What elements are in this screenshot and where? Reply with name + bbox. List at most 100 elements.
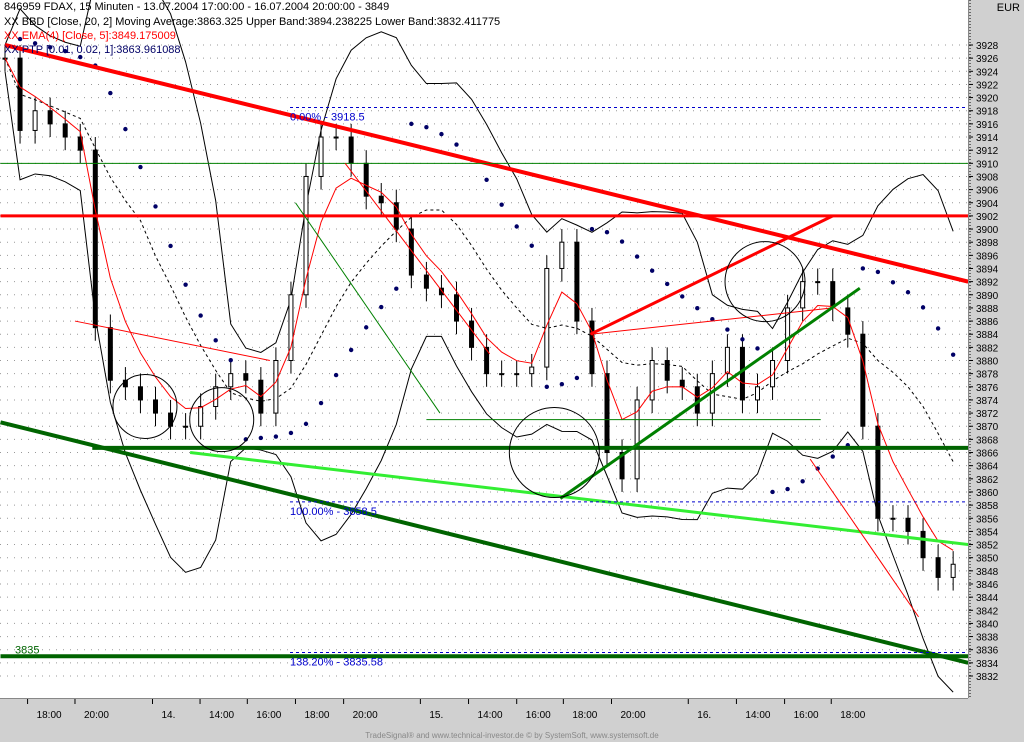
y-tick-label: 3918 — [976, 107, 999, 118]
candle-body — [198, 406, 204, 427]
candle-body — [950, 563, 956, 578]
y-tick-label: 3900 — [976, 225, 999, 236]
candle-body — [333, 136, 339, 139]
marker-circle — [724, 241, 806, 323]
candle-body — [860, 333, 866, 427]
y-tick-label: 3872 — [976, 409, 999, 420]
candle-body — [830, 281, 836, 309]
y-tick-label: 3878 — [976, 370, 999, 381]
psar-dot — [680, 294, 685, 299]
psar-dot — [905, 290, 911, 295]
psar-dot — [379, 304, 384, 310]
y-tick-label: 3866 — [976, 449, 999, 460]
candle-body — [604, 373, 610, 454]
y-tick-label: 3902 — [976, 212, 999, 223]
psar-dot — [183, 282, 188, 287]
chart-title: 846959 FDAX, 15 Minuten - 13.07.2004 17:… — [4, 1, 390, 13]
ema-line — [4, 57, 954, 551]
x-tick-label: 18:00 — [572, 710, 597, 721]
x-tick-label: 16:00 — [794, 710, 819, 721]
psar-dot — [740, 337, 745, 342]
chart-plot-area[interactable]: 0.00% - 3918.5 100.00% - 3858.5 138.20% - … — [0, 0, 969, 698]
psar-dot — [424, 124, 429, 130]
candle-body — [649, 360, 655, 401]
psar-dot — [830, 454, 835, 459]
candle-body — [228, 373, 234, 388]
y-tick-label: 3888 — [976, 304, 999, 315]
psar-dot — [303, 421, 309, 427]
x-tick-label: 14:00 — [478, 710, 503, 721]
candle-body — [153, 399, 158, 414]
y-tick-label: 3850 — [976, 554, 999, 565]
psar-dot — [695, 305, 700, 311]
y-tick-label: 3864 — [976, 462, 999, 473]
candle-body — [755, 386, 760, 401]
y-tick-label: 3854 — [976, 527, 999, 538]
ema-legend: XX EMA(4) [Close, 5]:3849.175009 — [4, 30, 176, 42]
psar-dot — [228, 357, 233, 363]
psar-dot — [574, 375, 580, 381]
y-tick-label: 3920 — [976, 94, 999, 105]
candle-body — [213, 386, 219, 408]
green-thin-2-line — [295, 202, 441, 414]
psar-dot — [619, 239, 625, 244]
candle-body — [679, 379, 685, 388]
candle-body — [273, 360, 279, 414]
psar-dot — [589, 226, 595, 232]
psar-dot — [213, 338, 218, 343]
psar-dot — [770, 489, 775, 495]
y-tick-label: 3862 — [976, 475, 999, 486]
y-tick-label: 3848 — [976, 567, 999, 578]
y-tick-label: 3922 — [976, 80, 999, 91]
psar-dot — [725, 327, 730, 332]
candle-body — [724, 346, 730, 375]
footer-copyright: TradeSignal® and www.technical-investor.… — [365, 731, 659, 740]
candle-body — [514, 373, 520, 376]
y-tick-label: 3924 — [976, 67, 999, 78]
psar-dot — [755, 346, 760, 351]
y-tick-label: 3894 — [976, 264, 999, 275]
psar-dot — [409, 121, 414, 127]
psar-dot — [890, 280, 896, 285]
x-tick-label: 16:00 — [526, 710, 551, 721]
y-tick-label: 3908 — [976, 172, 999, 183]
candle-body — [183, 425, 189, 428]
y-tick-label: 3928 — [976, 41, 999, 52]
x-tick-label: 16:00 — [256, 710, 281, 721]
candle-body — [62, 123, 68, 138]
candle-body — [529, 366, 535, 375]
ptp-legend: XX PTP [0.01, 0.02, 1]:3863.961088 — [4, 44, 181, 56]
y-tick-label: 3874 — [976, 396, 999, 407]
fib-level-label: 100.00% - 3858.5 — [290, 506, 377, 518]
psar-dot — [258, 435, 264, 441]
fib-level-label: 0.00% - 3918.5 — [290, 111, 365, 123]
y-tick-label: 3892 — [976, 278, 999, 289]
psar-dot — [318, 400, 324, 406]
candle-body — [107, 327, 113, 381]
psar-dot — [439, 131, 444, 137]
y-tick-label: 3840 — [976, 619, 999, 630]
psar-dot — [123, 126, 128, 132]
y-tick-label: 3912 — [976, 146, 999, 157]
psar-dot — [649, 268, 655, 273]
y-tick-label: 3858 — [976, 501, 999, 512]
y-tick-label: 3870 — [976, 422, 999, 433]
psar-dot — [273, 434, 279, 439]
red-rising-channel-line — [589, 214, 834, 336]
psar-dot — [559, 381, 565, 387]
x-tick-label: 18:00 — [304, 710, 329, 721]
candle-body — [544, 267, 550, 368]
candle-body — [920, 530, 926, 559]
psar-dot — [348, 347, 354, 353]
x-tick-label: 16. — [697, 710, 711, 721]
time-axis: 18:00 20:00 14. 14:00 16:00 18:00 20:00 15. 14:0… — [0, 698, 968, 735]
y-tick-label: 3906 — [976, 186, 999, 197]
y-tick-label: 3868 — [976, 435, 999, 446]
red-thin-rising-line — [590, 307, 833, 335]
psar-dot — [168, 243, 173, 249]
candle-body — [905, 517, 911, 532]
x-tick-label: 18:00 — [840, 710, 865, 721]
psar-dot — [394, 286, 399, 291]
psar-dot — [138, 164, 143, 170]
red-thin-1-line — [74, 320, 270, 361]
